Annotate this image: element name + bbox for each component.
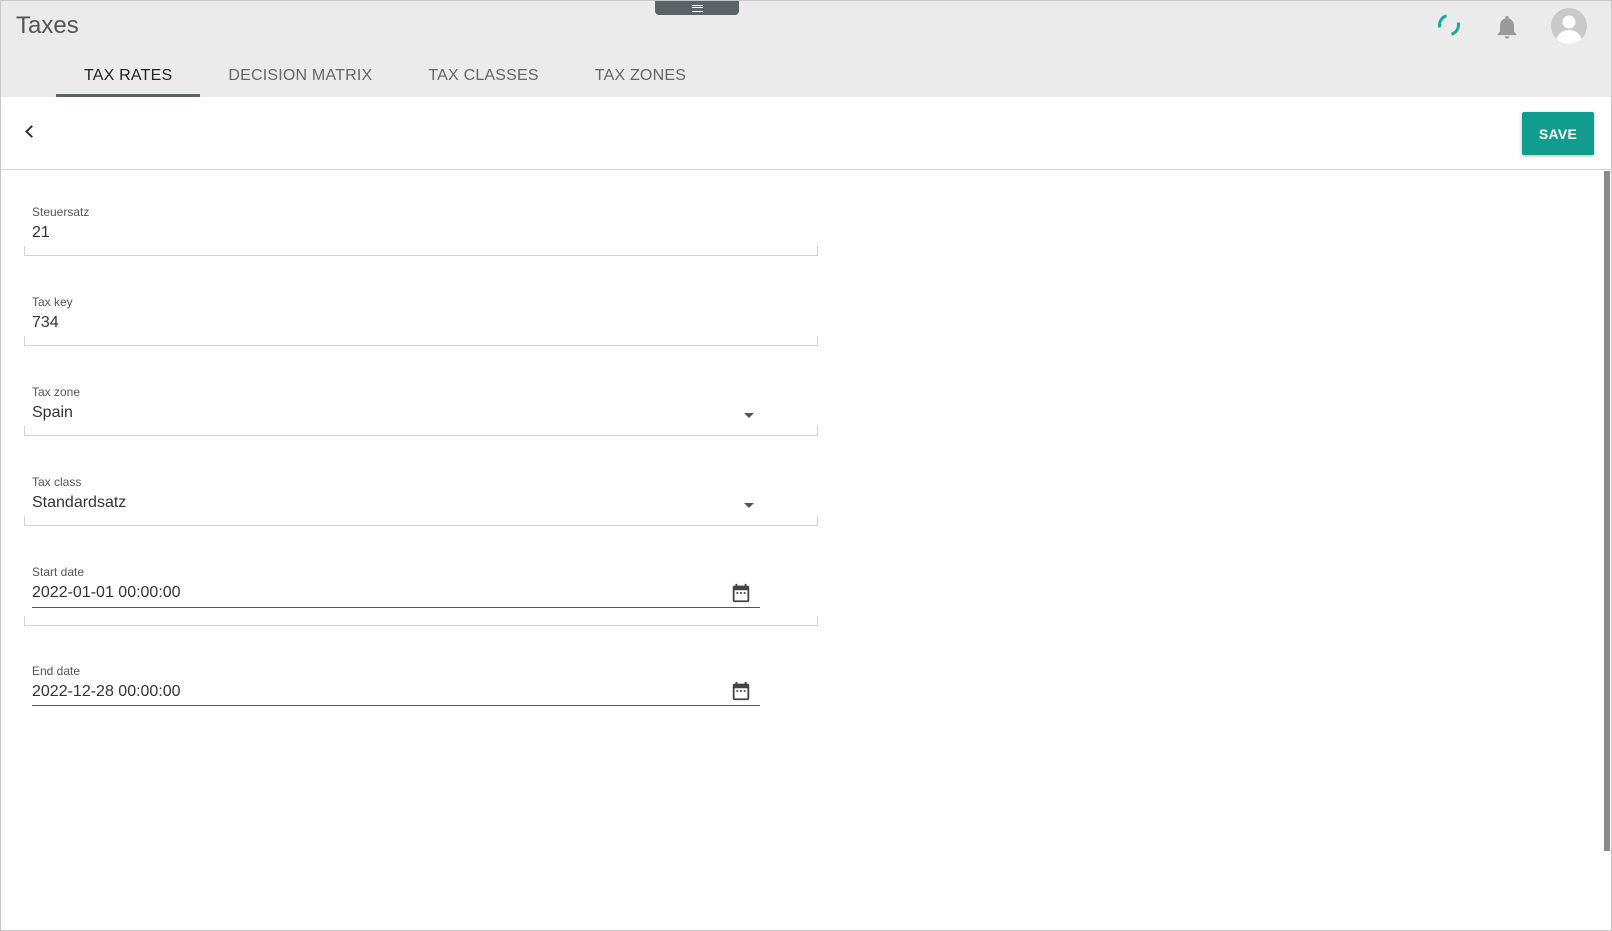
- tax-class-label: Tax class: [32, 475, 82, 489]
- field-outline: [24, 616, 818, 626]
- menu-icon: [691, 4, 703, 12]
- start-date-label: Start date: [32, 565, 85, 579]
- tax-class-value[interactable]: Standardsatz: [32, 494, 126, 512]
- save-button[interactable]: SAVE: [1522, 112, 1594, 155]
- end-date-label: End date: [32, 664, 81, 678]
- tab-tax-rates[interactable]: TAX RATES: [56, 54, 201, 98]
- tab-tax-classes[interactable]: TAX CLASSES: [400, 54, 566, 98]
- app-header: Taxes TAX RATES DECISION MATRIX TAX CLAS…: [1, 1, 1611, 98]
- dropdown-arrow-icon[interactable]: [744, 413, 754, 418]
- field-outline: [24, 246, 818, 256]
- tax-rate-field[interactable]: Steuersatz 21: [24, 205, 818, 257]
- avatar[interactable]: [1551, 8, 1587, 44]
- field-outline: [24, 426, 818, 436]
- start-date-field[interactable]: Start date 2022-01-01 00:00:00: [24, 565, 818, 627]
- start-date-value[interactable]: 2022-01-01 00:00:00: [32, 584, 181, 602]
- tax-zone-select[interactable]: Tax zone Spain: [24, 385, 818, 437]
- calendar-icon[interactable]: [730, 582, 752, 604]
- calendar-icon[interactable]: [730, 680, 752, 702]
- tab-bar: TAX RATES DECISION MATRIX TAX CLASSES TA…: [56, 54, 714, 98]
- toolbar: SAVE: [1, 97, 1611, 170]
- tax-class-select[interactable]: Tax class Standardsatz: [24, 475, 818, 527]
- date-underline: [32, 607, 760, 608]
- back-button[interactable]: [17, 119, 41, 143]
- page-title: Taxes: [16, 12, 79, 39]
- bell-icon[interactable]: [1493, 12, 1521, 42]
- field-outline: [24, 516, 818, 526]
- tax-key-field[interactable]: Tax key 734: [24, 295, 818, 347]
- tax-rate-value[interactable]: 21: [32, 224, 50, 242]
- dropdown-arrow-icon[interactable]: [744, 503, 754, 508]
- end-date-value[interactable]: 2022-12-28 00:00:00: [32, 683, 181, 701]
- tab-decision-matrix[interactable]: DECISION MATRIX: [200, 54, 400, 98]
- tax-rate-label: Steuersatz: [32, 205, 90, 219]
- avatar-icon: [1551, 8, 1587, 44]
- end-date-field[interactable]: End date 2022-12-28 00:00:00: [24, 664, 818, 714]
- loading-spinner-icon: [1433, 9, 1465, 41]
- chevron-left-icon: [24, 124, 38, 138]
- tab-tax-zones[interactable]: TAX ZONES: [567, 54, 714, 98]
- tax-key-value[interactable]: 734: [32, 314, 59, 332]
- date-underline: [32, 705, 760, 706]
- tax-zone-label: Tax zone: [32, 385, 81, 399]
- tax-zone-value[interactable]: Spain: [32, 404, 73, 422]
- menu-drawer-handle[interactable]: [655, 1, 739, 15]
- tax-key-label: Tax key: [32, 295, 73, 309]
- field-outline: [24, 336, 818, 346]
- scrollbar[interactable]: [1604, 171, 1610, 851]
